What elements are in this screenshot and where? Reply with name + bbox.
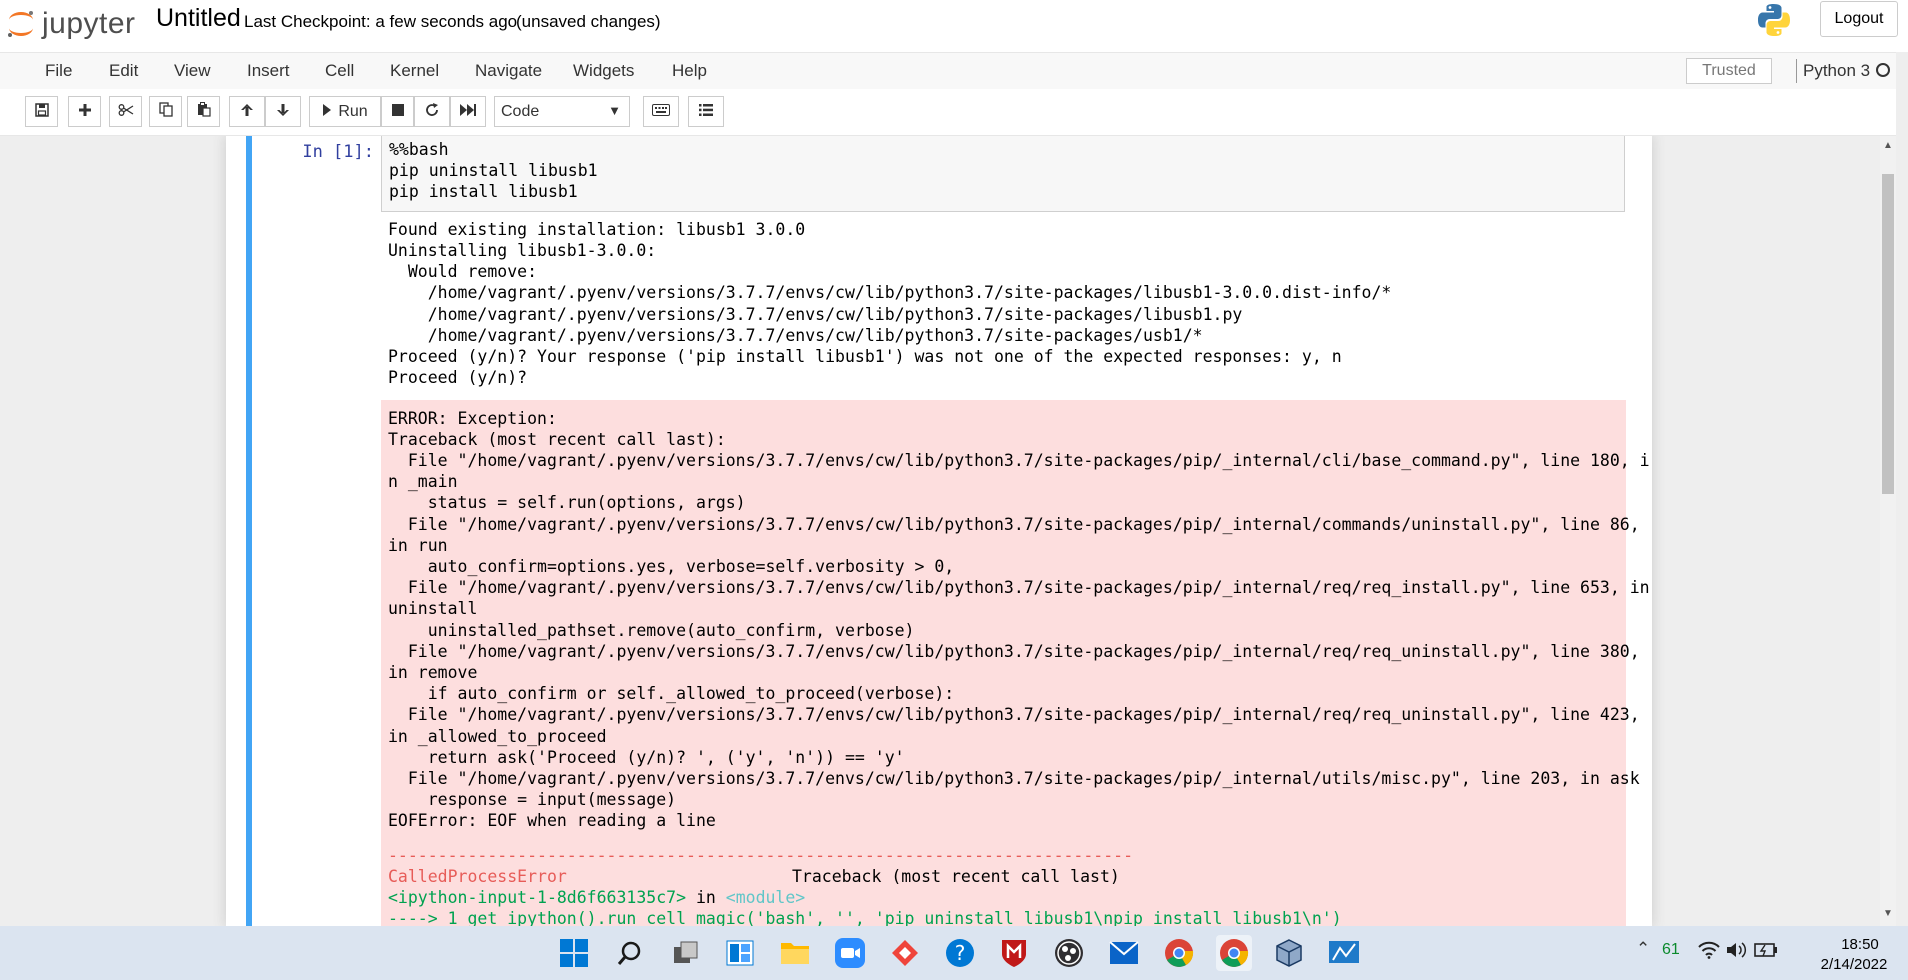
traceback-location: <ipython-input-1-8d6f663135c7> in <modul… xyxy=(388,888,805,907)
autosave-status: (unsaved changes) xyxy=(516,12,661,31)
step-forward-icon xyxy=(322,103,332,120)
virtualbox-icon[interactable] xyxy=(1271,935,1307,971)
svg-text:?: ? xyxy=(955,941,966,965)
chevron-down-icon: ▼ xyxy=(608,103,621,118)
save-button[interactable] xyxy=(25,96,58,127)
keyboard-icon xyxy=(652,103,670,120)
kernel-separator xyxy=(1796,59,1797,83)
mail-icon[interactable] xyxy=(1106,935,1142,971)
menu-view[interactable]: View xyxy=(174,61,211,81)
move-down-button[interactable] xyxy=(265,96,301,127)
clock-date[interactable]: 2/14/2022 xyxy=(1814,956,1894,973)
windows-start-icon[interactable] xyxy=(556,935,592,971)
help-icon[interactable]: ? xyxy=(942,935,978,971)
insert-cell-button[interactable] xyxy=(68,96,101,127)
chrome-icon[interactable] xyxy=(1161,935,1197,971)
jupyter-logo-icon xyxy=(6,9,36,39)
wifi-icon[interactable] xyxy=(1698,941,1720,964)
menu-edit[interactable]: Edit xyxy=(109,61,138,81)
arrow-down-icon xyxy=(276,103,290,121)
menu-navigate[interactable]: Navigate xyxy=(475,61,542,81)
traceback-arrow-line: ----> 1 get_ipython().run_cell_magic('ba… xyxy=(388,909,1342,926)
interrupt-button[interactable] xyxy=(381,96,414,127)
arrow-up-icon xyxy=(240,103,254,121)
menu-widgets[interactable]: Widgets xyxy=(573,61,634,81)
cell-type-value: Code xyxy=(501,102,540,120)
toolbar: Run Code ▼ xyxy=(0,89,1896,136)
vertical-scrollbar[interactable]: ▲ ▼ xyxy=(1880,136,1896,926)
jupyter-logo[interactable]: jupyter xyxy=(6,6,136,42)
volume-icon[interactable] xyxy=(1726,941,1748,964)
cell-type-select[interactable]: Code ▼ xyxy=(494,96,630,127)
jupyter-wordmark: jupyter xyxy=(42,7,136,40)
in-text: in xyxy=(686,888,726,907)
paste-icon xyxy=(197,102,211,121)
scroll-down-icon[interactable]: ▼ xyxy=(1883,908,1893,919)
fast-forward-icon xyxy=(460,103,476,120)
mcafee-icon[interactable] xyxy=(996,935,1032,971)
menu-kernel[interactable]: Kernel xyxy=(390,61,439,81)
input-ref: <ipython-input-1-8d6f663135c7> xyxy=(388,888,687,907)
restart-run-all-button[interactable] xyxy=(450,96,486,127)
plus-icon xyxy=(78,103,92,121)
stop-icon xyxy=(391,103,404,120)
task-view-icon[interactable] xyxy=(668,935,704,971)
menu-cell[interactable]: Cell xyxy=(325,61,354,81)
paste-button[interactable] xyxy=(187,96,220,127)
anydesk-icon[interactable] xyxy=(887,935,923,971)
logout-button[interactable]: Logout xyxy=(1820,1,1898,37)
list-icon xyxy=(699,103,713,120)
command-palette-button[interactable] xyxy=(643,96,679,127)
save-icon xyxy=(34,102,49,121)
notebook-header: jupyter Untitled Last Checkpoint: a few … xyxy=(0,0,1908,52)
windows-taskbar: ? ⌃ 61 18:50 2/14/2022 xyxy=(0,926,1908,980)
menu-file[interactable]: File xyxy=(45,61,72,81)
menu-help[interactable]: Help xyxy=(672,61,707,81)
menu-insert[interactable]: Insert xyxy=(247,61,290,81)
run-label: Run xyxy=(338,102,368,120)
traceback-separator: ----------------------------------------… xyxy=(388,846,1134,865)
network-tool-icon[interactable] xyxy=(1326,935,1362,971)
traceback-section: ----------------------------------------… xyxy=(0,136,1880,926)
move-up-button[interactable] xyxy=(229,96,265,127)
scroll-up-icon[interactable]: ▲ xyxy=(1883,140,1893,151)
kernel-name[interactable]: Python 3 xyxy=(1803,61,1870,81)
cut-button[interactable] xyxy=(109,96,142,127)
module-ref: <module> xyxy=(725,888,806,907)
menubar: File Edit View Insert Cell Kernel Naviga… xyxy=(0,52,1896,90)
traceback-label: Traceback (most recent call last) xyxy=(792,867,1120,886)
notebook-name[interactable]: Untitled xyxy=(156,4,241,33)
chrome-active-icon[interactable] xyxy=(1216,935,1252,971)
error-name: CalledProcessError xyxy=(388,867,567,886)
clock-time[interactable]: 18:50 xyxy=(1830,936,1890,953)
search-icon[interactable] xyxy=(612,935,648,971)
battery-icon[interactable] xyxy=(1754,941,1778,964)
python-logo-icon xyxy=(1756,2,1792,38)
chevron-up-icon[interactable]: ⌃ xyxy=(1636,939,1650,959)
zoom-icon[interactable] xyxy=(832,935,868,971)
run-button[interactable]: Run xyxy=(309,96,381,127)
copy-icon xyxy=(158,102,173,121)
copy-button[interactable] xyxy=(149,96,182,127)
battery-percent: 61 xyxy=(1662,941,1680,958)
file-explorer-icon[interactable] xyxy=(777,935,813,971)
checkpoint-status: Last Checkpoint: a few seconds ago xyxy=(244,12,518,31)
scroll-thumb[interactable] xyxy=(1882,174,1894,494)
widgets-icon[interactable] xyxy=(722,935,758,971)
restart-icon xyxy=(425,102,439,121)
cell-toolbar-button[interactable] xyxy=(688,96,724,127)
obs-icon[interactable] xyxy=(1051,935,1087,971)
restart-button[interactable] xyxy=(414,96,450,127)
trusted-indicator[interactable]: Trusted xyxy=(1686,58,1772,84)
scissors-icon xyxy=(118,103,134,121)
kernel-idle-icon xyxy=(1876,63,1890,77)
